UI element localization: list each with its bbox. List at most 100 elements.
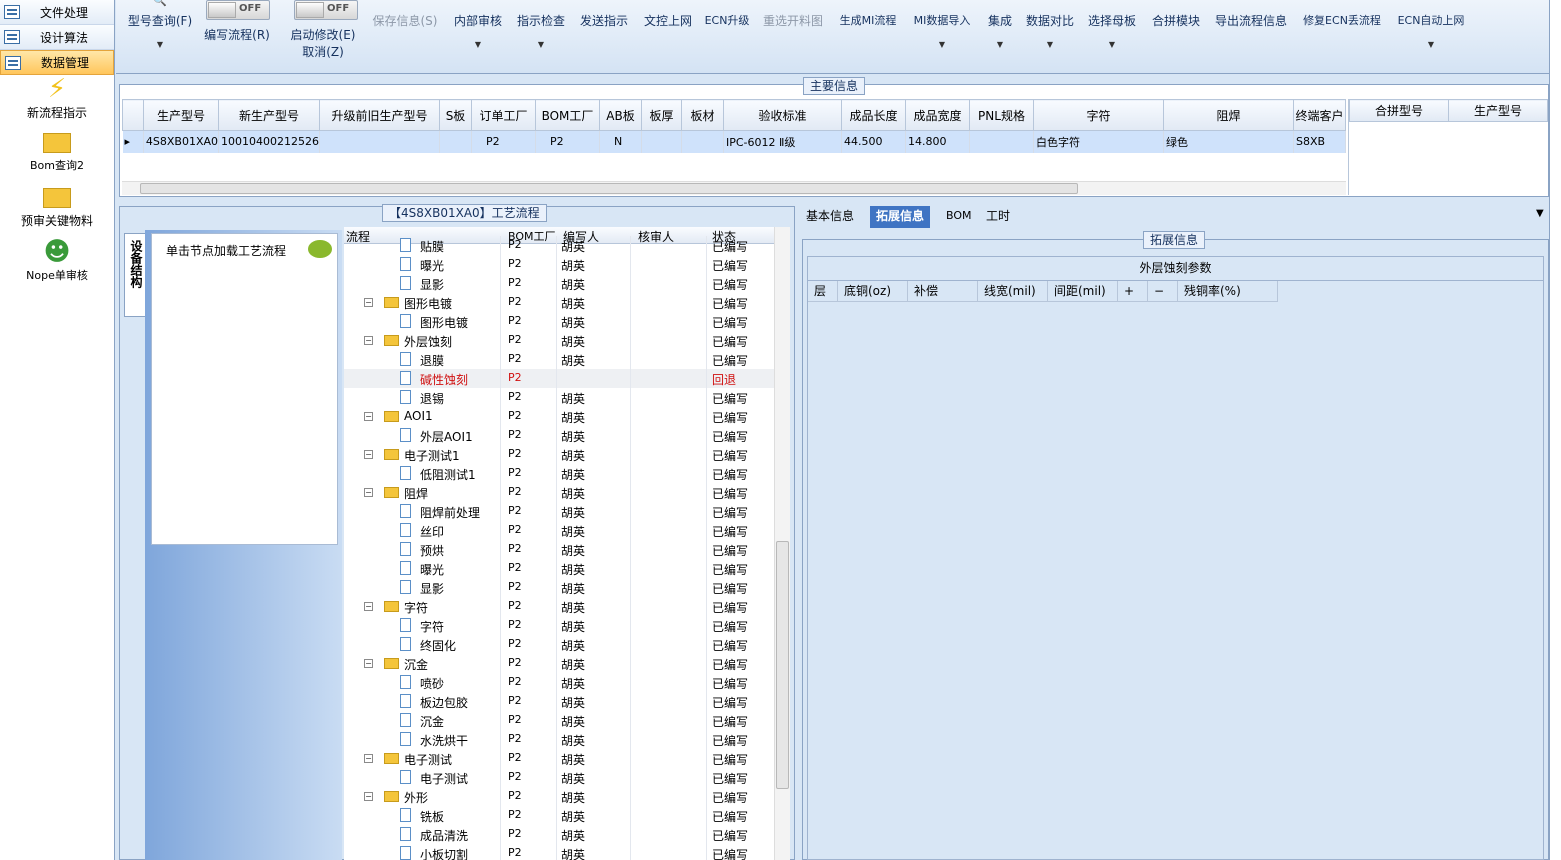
column-header[interactable]: 板厚 [641, 99, 682, 131]
process-row[interactable]: 丝印 P2 胡英 已编写 [344, 521, 774, 540]
column-header[interactable]: 升级前旧生产型号 [319, 99, 440, 131]
collapse-icon[interactable]: − [364, 298, 373, 307]
select-mother-board-button[interactable]: 选择母板 ▼ [1084, 0, 1140, 72]
horizontal-scrollbar[interactable] [122, 181, 1346, 195]
tab-dropdown-icon[interactable]: ▼ [1536, 208, 1544, 219]
cell[interactable]: 44.500 [841, 130, 906, 153]
scrollbar-thumb[interactable] [140, 183, 1078, 194]
process-row[interactable]: 显影 P2 胡英 已编写 [344, 578, 774, 597]
export-flow-button[interactable]: 导出流程信息 [1210, 0, 1292, 72]
column-header[interactable]: 阻焊 [1163, 99, 1294, 131]
nav-prereview-material[interactable]: 预审关键物料 [0, 177, 114, 233]
etch-column-header[interactable]: − [1148, 281, 1178, 302]
process-row[interactable]: 低阻测试1 P2 胡英 已编写 [344, 464, 774, 483]
process-row[interactable]: − 沉金 P2 胡英 已编写 [344, 654, 774, 673]
tab-basic-info[interactable]: 基本信息 [800, 206, 860, 228]
tab-work-hours[interactable]: 工时 [980, 206, 1016, 228]
process-row[interactable]: 水洗烘干 P2 胡英 已编写 [344, 730, 774, 749]
cell[interactable]: 4S8XB01XA0 [143, 130, 220, 153]
column-header[interactable]: 生产型号 [142, 99, 220, 131]
cell[interactable]: 14.800 [905, 130, 970, 153]
save-info-button[interactable]: 保存信息(S) [370, 0, 440, 72]
column-header[interactable]: 新生产型号 [218, 99, 320, 131]
process-row[interactable]: 沉金 P2 胡英 已编写 [344, 711, 774, 730]
process-row[interactable]: 退膜 P2 胡英 已编写 [344, 350, 774, 369]
cell[interactable] [319, 130, 440, 153]
vertical-scrollbar[interactable] [774, 227, 790, 860]
process-row[interactable]: 贴膜 P2 胡英 已编写 [344, 236, 774, 255]
collapse-icon[interactable]: − [364, 450, 373, 459]
nav-bom-query[interactable]: Bom查询2 [0, 125, 114, 177]
write-flow-button[interactable]: 编写流程(R) [200, 0, 274, 72]
reselect-cut-button[interactable]: 重选开料图 [760, 0, 826, 72]
process-row[interactable]: 显影 P2 胡英 已编写 [344, 274, 774, 293]
nav-nope-review[interactable]: ☻ Nope单审核 [0, 233, 114, 287]
process-row[interactable]: 电子测试 P2 胡英 已编写 [344, 768, 774, 787]
combine-column-header[interactable]: 生产型号 [1448, 99, 1548, 122]
process-row[interactable]: 终固化 P2 胡英 已编写 [344, 635, 774, 654]
process-row[interactable]: − 外层蚀刻 P2 胡英 已编写 [344, 331, 774, 350]
process-row[interactable]: 板边包胶 P2 胡英 已编写 [344, 692, 774, 711]
nav-new-flow-instruction[interactable]: ⚡ 新流程指示 [0, 74, 114, 125]
process-row[interactable]: 外层AOI1 P2 胡英 已编写 [344, 426, 774, 445]
doc-online-button[interactable]: 文控上网 [640, 0, 696, 72]
integrate-button[interactable]: 集成 ▼ [982, 0, 1018, 72]
cell[interactable]: 白色字符 [1033, 130, 1164, 153]
process-row[interactable]: 喷砂 P2 胡英 已编写 [344, 673, 774, 692]
process-row[interactable]: 预烘 P2 胡英 已编写 [344, 540, 774, 559]
cell[interactable]: P2 [471, 130, 536, 153]
column-header[interactable]: 终端客户 [1293, 99, 1346, 131]
combine-module-button[interactable]: 合拼模块 [1148, 0, 1204, 72]
internal-review-button[interactable]: 内部审核 ▼ [450, 0, 506, 72]
column-header[interactable]: 板材 [681, 99, 724, 131]
ecn-auto-online-button[interactable]: ECN自动上网 ▼ [1392, 0, 1470, 72]
column-header[interactable]: 成品长度 [841, 99, 906, 131]
etch-column-header[interactable]: 线宽(mil) [978, 281, 1048, 302]
process-row[interactable]: − 图形电镀 P2 胡英 已编写 [344, 293, 774, 312]
column-header[interactable]: BOM工厂 [535, 99, 600, 131]
process-row[interactable]: − 电子测试 P2 胡英 已编写 [344, 749, 774, 768]
tab-bom[interactable]: BOM [940, 206, 978, 228]
column-header[interactable]: S板 [439, 99, 472, 131]
cell[interactable]: S8XB [1293, 130, 1346, 153]
collapse-icon[interactable]: − [364, 412, 373, 421]
etch-column-header[interactable]: 层 [808, 281, 838, 302]
collapse-icon[interactable]: − [364, 792, 373, 801]
process-row[interactable]: − 外形 P2 胡英 已编写 [344, 787, 774, 806]
auto-edit-button[interactable]: 启动修改(E) 取消(Z) [286, 0, 360, 72]
process-row[interactable]: − 电子测试1 P2 胡英 已编写 [344, 445, 774, 464]
cell[interactable]: 10010400212526 [218, 130, 320, 153]
cell[interactable]: P2 [535, 130, 600, 153]
menu-design-algorithm[interactable]: 设计算法 [0, 25, 114, 50]
collapse-icon[interactable]: − [364, 602, 373, 611]
process-row[interactable]: 曝光 P2 胡英 已编写 [344, 255, 774, 274]
process-row[interactable]: 图形电镀 P2 胡英 已编写 [344, 312, 774, 331]
column-header[interactable]: 验收标准 [723, 99, 842, 131]
collapse-icon[interactable]: − [364, 336, 373, 345]
process-row[interactable]: 字符 P2 胡英 已编写 [344, 616, 774, 635]
process-row[interactable]: 曝光 P2 胡英 已编写 [344, 559, 774, 578]
tab-extended-info[interactable]: 拓展信息 [870, 206, 931, 228]
collapse-icon[interactable]: − [364, 659, 373, 668]
model-query-button[interactable]: 🔍 型号查询(F) ▼ [122, 0, 198, 72]
process-row[interactable]: 成品清洗 P2 胡英 已编写 [344, 825, 774, 844]
mi-import-button[interactable]: MI数据导入 ▼ [908, 0, 976, 72]
process-row[interactable]: − 阻焊 P2 胡英 已编写 [344, 483, 774, 502]
column-header[interactable]: PNL规格 [969, 99, 1034, 131]
generate-mi-button[interactable]: 生成MI流程 [834, 0, 902, 72]
collapse-icon[interactable]: − [364, 488, 373, 497]
column-header[interactable]: 字符 [1033, 99, 1164, 131]
etch-column-header[interactable]: 间距(mil) [1048, 281, 1118, 302]
cell[interactable]: IPC-6012 Ⅱ级 [723, 130, 842, 153]
process-row[interactable]: − 字符 P2 胡英 已编写 [344, 597, 774, 616]
fix-ecn-flow-button[interactable]: 修复ECN丢流程 [1298, 0, 1386, 72]
scrollbar-thumb[interactable] [776, 541, 789, 789]
process-row[interactable]: − AOI1 P2 胡英 已编写 [344, 407, 774, 426]
etch-column-header[interactable]: + [1118, 281, 1148, 302]
etch-column-header[interactable]: 补偿 [908, 281, 978, 302]
cell[interactable] [641, 130, 682, 153]
process-row[interactable]: 铣板 P2 胡英 已编写 [344, 806, 774, 825]
collapse-icon[interactable]: − [364, 754, 373, 763]
column-header[interactable]: 订单工厂 [471, 99, 536, 131]
cell[interactable] [969, 130, 1034, 153]
